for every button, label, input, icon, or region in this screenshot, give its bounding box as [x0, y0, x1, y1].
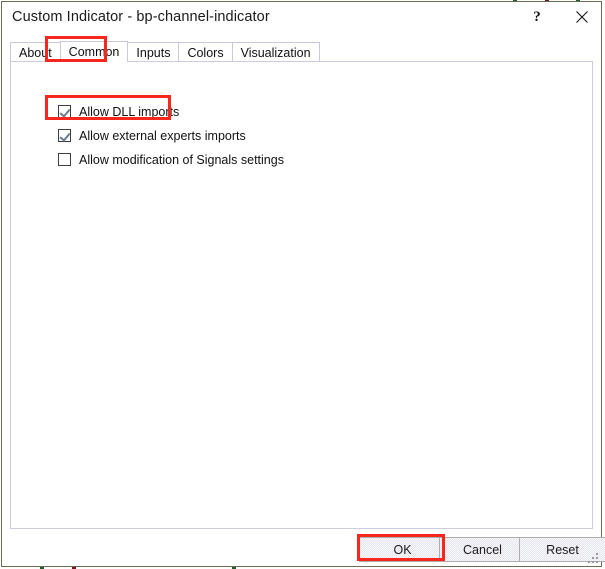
checkbox-allow-modification-of-signals-settings[interactable]	[58, 153, 71, 166]
help-button[interactable]: ?	[515, 2, 559, 32]
dialog-titlebar: Custom Indicator - bp-channel-indicator …	[2, 2, 601, 34]
close-button[interactable]	[560, 2, 604, 32]
dialog-button-bar: OK Cancel Reset	[2, 537, 605, 563]
tab-common[interactable]: Common	[59, 41, 129, 62]
tab-inputs[interactable]: Inputs	[127, 42, 180, 62]
reset-button-label: Reset	[546, 542, 579, 557]
checkbox-label-allow-external-experts-imports: Allow external experts imports	[79, 128, 246, 143]
checkbox-label-allow-modification-of-signals-settings: Allow modification of Signals settings	[79, 152, 284, 167]
close-x-icon	[576, 11, 588, 23]
cancel-button[interactable]: Cancel	[439, 537, 526, 562]
tab-label: Colors	[187, 45, 224, 60]
common-tab-panel: Allow DLL imports Allow external experts…	[10, 61, 593, 529]
resize-grip[interactable]	[586, 551, 599, 564]
tab-label: Visualization	[240, 45, 311, 60]
tab-strip: About Common Inputs Colors Visualization	[10, 41, 320, 62]
tab-visualization[interactable]: Visualization	[231, 42, 320, 62]
checkbox-allow-dll-imports[interactable]	[58, 105, 71, 118]
tab-label: About	[19, 45, 52, 60]
ok-button-label: OK	[393, 542, 412, 557]
tab-colors[interactable]: Colors	[178, 42, 233, 62]
dialog-title: Custom Indicator - bp-channel-indicator	[12, 9, 270, 25]
checkbox-label-allow-dll-imports: Allow DLL imports	[79, 104, 180, 119]
question-mark-icon: ?	[533, 8, 541, 25]
tab-label: Common	[68, 45, 120, 59]
option-row-allow-external-experts-imports[interactable]: Allow external experts imports	[58, 125, 284, 146]
ok-button[interactable]: OK	[359, 537, 446, 562]
custom-indicator-dialog: Custom Indicator - bp-channel-indicator …	[1, 1, 605, 567]
checkbox-allow-external-experts-imports[interactable]	[58, 129, 71, 142]
option-row-allow-modification-of-signals-settings[interactable]: Allow modification of Signals settings	[58, 149, 284, 170]
option-row-allow-dll-imports[interactable]: Allow DLL imports	[58, 101, 284, 122]
tab-label: Inputs	[136, 45, 171, 60]
cancel-button-label: Cancel	[463, 542, 502, 557]
tab-about[interactable]: About	[10, 42, 61, 62]
options-group: Allow DLL imports Allow external experts…	[58, 101, 284, 173]
